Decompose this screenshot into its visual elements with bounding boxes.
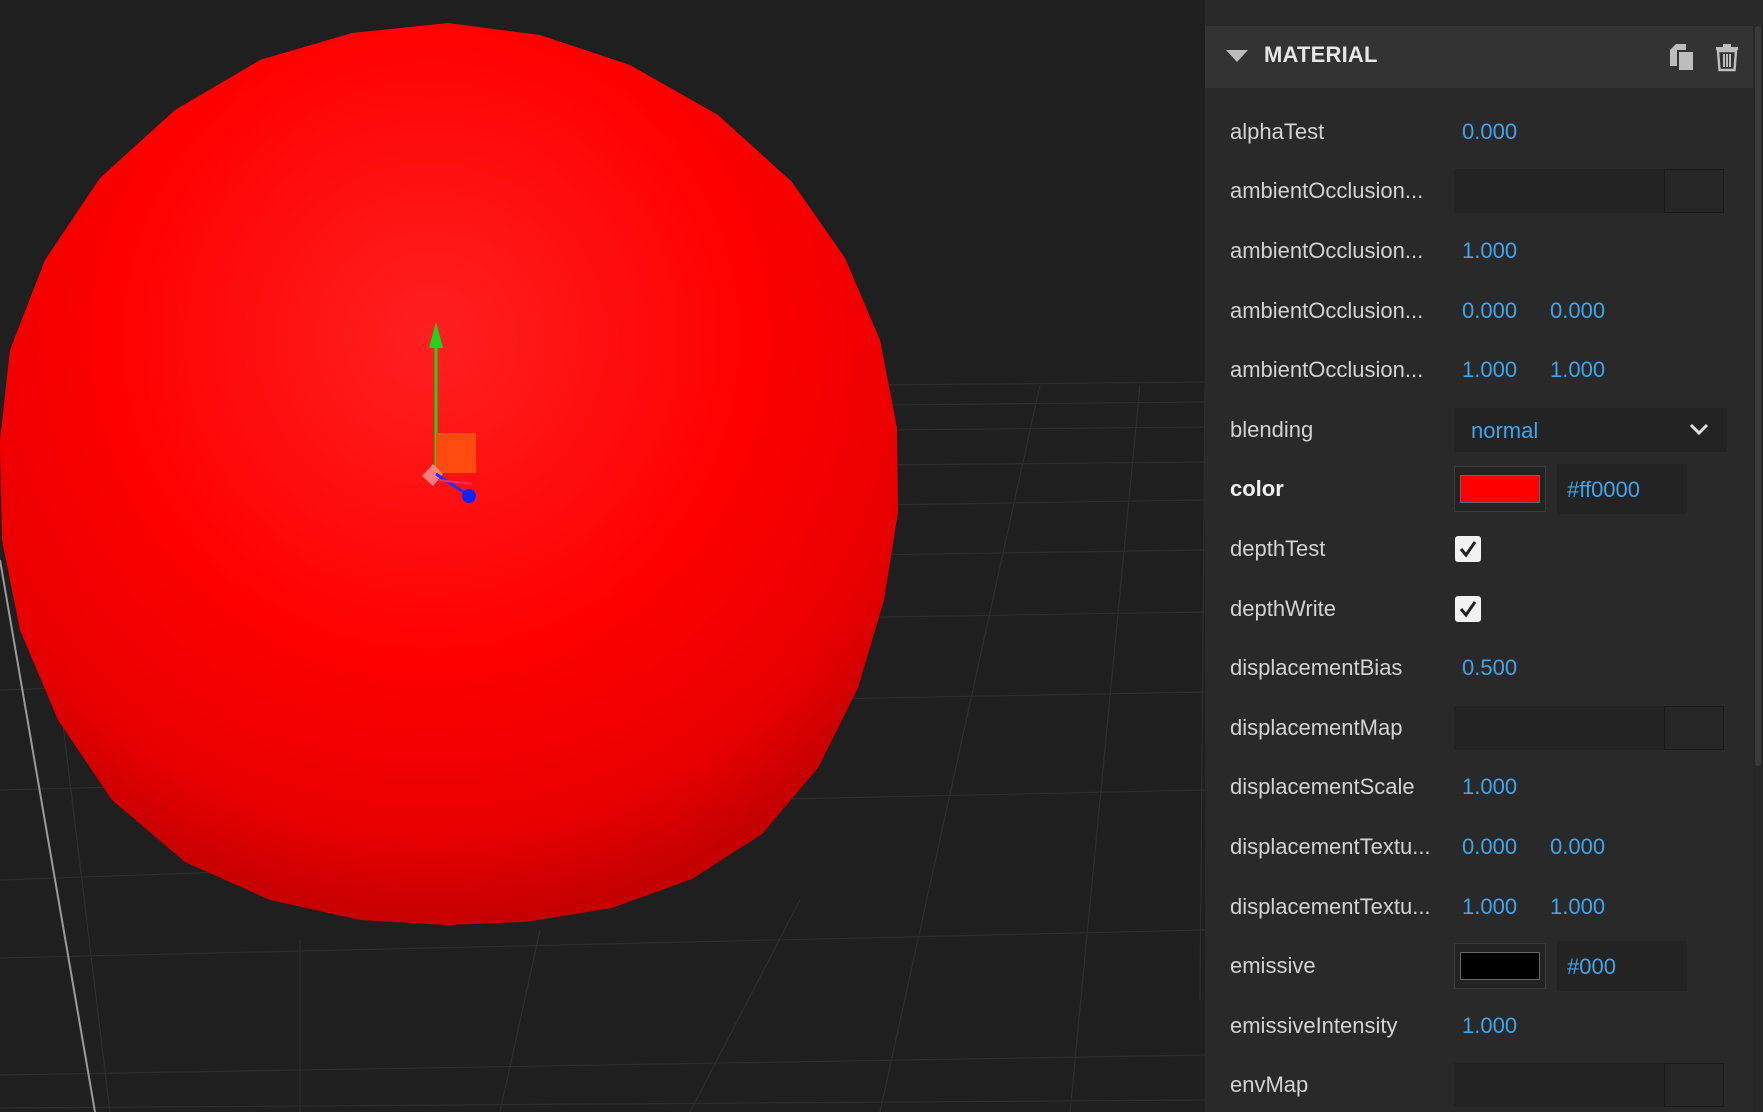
property-row-displacementscale: displacementScale 1.000 [1205, 758, 1753, 818]
material-section-header[interactable]: MATERIAL [1205, 26, 1753, 88]
texture-thumbnail[interactable] [1664, 705, 1724, 750]
property-row-ambient-occlusion-tiling: ambientOcclusion... 1.000 1.000 [1205, 340, 1753, 400]
number-field[interactable]: 1.000 [1462, 238, 1517, 264]
number-field-y[interactable]: 0.000 [1550, 298, 1605, 324]
texture-thumbnail[interactable] [1664, 1063, 1724, 1108]
property-label: displacementScale [1230, 774, 1415, 800]
number-field[interactable]: 1.000 [1462, 1013, 1517, 1039]
hex-color-input[interactable]: #000 [1557, 941, 1687, 992]
number-field-x[interactable]: 1.000 [1462, 357, 1517, 383]
property-row-displacement-texture-tiling: displacementTextu... 1.000 1.000 [1205, 877, 1753, 937]
copy-icon[interactable] [1667, 42, 1697, 72]
color-swatch[interactable] [1454, 943, 1546, 990]
number-field-x[interactable]: 0.000 [1462, 834, 1517, 860]
depthtest-checkbox[interactable] [1455, 535, 1481, 562]
inspector-scrollbar[interactable] [1753, 26, 1763, 1112]
inspector-panel: MATERIAL alphaTest 0.000 ambientOcclusio… [1205, 0, 1763, 1112]
property-label: displacementBias [1230, 655, 1403, 681]
viewport-canvas[interactable] [0, 0, 1205, 1112]
checkmark-icon [1459, 600, 1477, 618]
z-axis-handle[interactable] [462, 489, 476, 503]
property-label: color [1230, 476, 1284, 502]
number-field[interactable]: 1.000 [1462, 774, 1517, 800]
color-swatch-fill [1460, 475, 1540, 504]
property-label: displacementTextu... [1230, 833, 1431, 859]
red-sphere[interactable] [0, 23, 898, 925]
property-label: blending [1230, 416, 1314, 442]
collapse-arrow-icon[interactable] [1226, 50, 1248, 62]
property-label: emissiveIntensity [1230, 1012, 1398, 1038]
property-label: depthWrite [1230, 595, 1336, 621]
color-swatch[interactable] [1454, 466, 1546, 513]
blending-dropdown[interactable]: normal [1454, 407, 1727, 452]
property-row-ambient-occlusion-intensity: ambientOcclusion... 1.000 [1205, 221, 1753, 281]
property-row-alphatest: alphaTest 0.000 [1205, 102, 1753, 162]
property-row-envmap: envMap [1205, 1056, 1753, 1112]
hex-color-input[interactable]: #ff0000 [1557, 464, 1687, 515]
property-label: displacementMap [1230, 714, 1403, 740]
checkmark-icon [1459, 541, 1477, 558]
inspector-top-strip [1205, 0, 1763, 26]
property-row-displacement-texture-offset: displacementTextu... 0.000 0.000 [1205, 817, 1753, 877]
property-row-emissive: emissive #000 [1205, 936, 1753, 996]
hex-value: #000 [1567, 954, 1616, 980]
property-label: emissive [1230, 953, 1316, 979]
property-row-color: color #ff0000 [1205, 460, 1753, 520]
number-field-x[interactable]: 0.000 [1462, 298, 1517, 324]
color-swatch-fill [1460, 952, 1540, 981]
depthwrite-checkbox[interactable] [1455, 595, 1481, 622]
property-label: ambientOcclusion... [1230, 297, 1424, 323]
property-label: displacementTextu... [1230, 893, 1431, 919]
section-title: MATERIAL [1264, 42, 1378, 67]
dropdown-value: normal [1471, 417, 1539, 443]
number-field-y[interactable]: 1.000 [1550, 357, 1605, 383]
trash-icon[interactable] [1712, 42, 1742, 72]
property-label: depthTest [1230, 535, 1326, 561]
scale-handle[interactable] [436, 433, 476, 473]
texture-asset-field[interactable] [1454, 1063, 1664, 1108]
editor-app: MATERIAL alphaTest 0.000 ambientOcclusio… [0, 0, 1763, 1112]
property-row-blending: blending normal [1205, 400, 1753, 460]
number-field[interactable]: 0.000 [1462, 119, 1517, 145]
number-field-y[interactable]: 0.000 [1550, 834, 1605, 860]
property-label: envMap [1230, 1072, 1309, 1098]
property-row-displacementmap: displacementMap [1205, 698, 1753, 758]
number-field[interactable]: 0.500 [1462, 655, 1517, 681]
number-field-x[interactable]: 1.000 [1462, 894, 1517, 920]
3d-viewport[interactable] [0, 0, 1205, 1112]
number-field-y[interactable]: 1.000 [1550, 894, 1605, 920]
property-row-depthwrite: depthWrite [1205, 579, 1753, 639]
hex-value: #ff0000 [1567, 477, 1641, 503]
scrollbar-thumb[interactable] [1755, 26, 1761, 766]
texture-asset-field[interactable] [1454, 705, 1664, 750]
property-row-ambient-occlusion-map: ambientOcclusion... [1205, 162, 1753, 222]
property-row-displacementbias: displacementBias 0.500 [1205, 638, 1753, 698]
property-label: ambientOcclusion... [1230, 237, 1424, 263]
property-label: alphaTest [1230, 118, 1325, 144]
texture-thumbnail[interactable] [1664, 169, 1724, 214]
property-row-emissiveintensity: emissiveIntensity 1.000 [1205, 996, 1753, 1056]
chevron-down-icon [1689, 423, 1709, 435]
property-row-depthtest: depthTest [1205, 519, 1753, 579]
property-row-ambient-occlusion-offset: ambientOcclusion... 0.000 0.000 [1205, 281, 1753, 341]
property-label: ambientOcclusion... [1230, 178, 1424, 204]
property-label: ambientOcclusion... [1230, 357, 1424, 383]
texture-asset-field[interactable] [1454, 169, 1664, 214]
